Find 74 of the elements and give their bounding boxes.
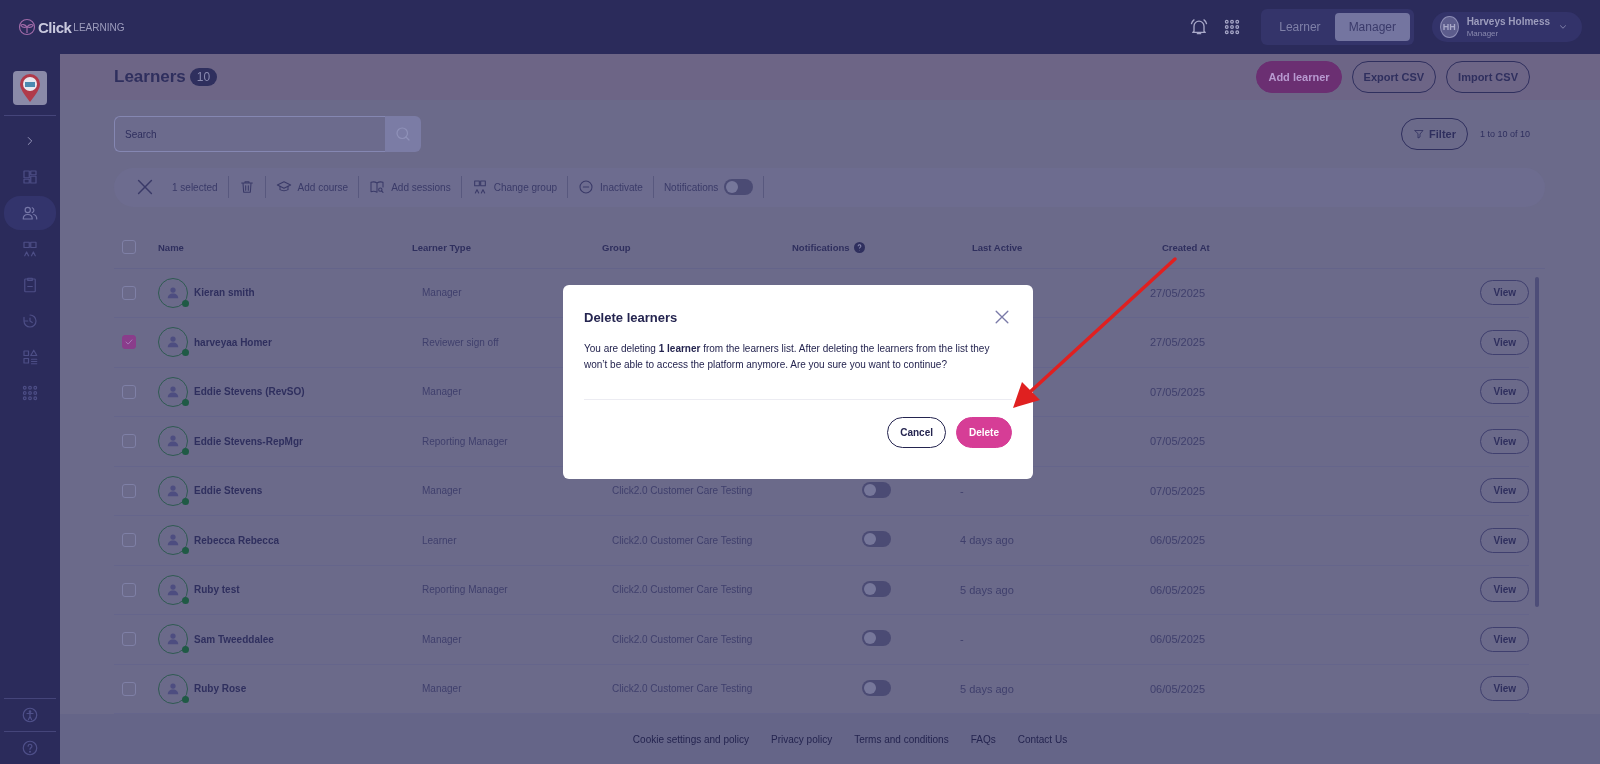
- action-button[interactable]: Add learner: [1256, 61, 1342, 94]
- bell-icon: [1189, 17, 1210, 37]
- notification-toggle[interactable]: [862, 630, 891, 647]
- footer-link[interactable]: Contact Us: [1017, 733, 1068, 745]
- learner-name: Eddie Stevens-RepMgr: [194, 435, 303, 447]
- row-checkbox[interactable]: [122, 335, 136, 350]
- column-header: Name: [158, 241, 184, 253]
- user-role: Manager: [1466, 29, 1500, 38]
- row-checkbox[interactable]: [122, 681, 136, 696]
- notifications-toggle[interactable]: [724, 179, 754, 196]
- search-field[interactable]: Search: [114, 116, 385, 153]
- column-header: Notifications: [792, 241, 850, 253]
- notification-toggle[interactable]: [862, 531, 891, 548]
- column-header: Group: [602, 241, 631, 253]
- user-avatar: HH: [1440, 16, 1459, 38]
- group-icon: [21, 240, 39, 258]
- column-header: Last Active: [972, 241, 1023, 253]
- clipboard-icon: [21, 276, 39, 294]
- group-icon: [471, 179, 488, 196]
- learner-name: Eddie Stevens: [194, 485, 263, 497]
- page-title: Learners: [114, 67, 186, 88]
- row-checkbox[interactable]: [122, 483, 136, 498]
- row-checkbox[interactable]: [122, 384, 136, 399]
- history-icon: [21, 312, 39, 330]
- footer-link[interactable]: FAQs: [970, 733, 996, 745]
- minus-circle-icon: [578, 179, 595, 196]
- dialog-message: You are deleting 1 learner from the learners list. After deleting the learners from the list they won’t be able to access the platform anymore. Are you sure you want to continue?: [584, 342, 991, 372]
- logo: ClickLEARNING: [18, 18, 125, 36]
- learner-name: harveyaa Homer: [194, 336, 272, 348]
- user-menu[interactable]: HH Harveys Holmess Manager: [1432, 12, 1582, 42]
- footer-link[interactable]: Terms and conditions: [854, 733, 949, 745]
- apps-icon: [21, 384, 39, 402]
- column-header: Learner Type: [412, 241, 471, 253]
- row-checkbox[interactable]: [122, 434, 136, 449]
- dashboard-icon: [21, 168, 39, 186]
- sidebar-item[interactable]: [4, 196, 56, 230]
- dialog-title: Delete learners: [584, 309, 678, 325]
- last-active: -: [960, 633, 964, 646]
- search-button[interactable]: [385, 116, 421, 153]
- role-tab[interactable]: Manager: [1334, 13, 1410, 41]
- user-name: Harveys Holmess: [1466, 16, 1550, 27]
- accessibility-icon: [21, 706, 39, 724]
- learner-name: Ruby Rose: [194, 683, 247, 695]
- footer-link[interactable]: Cookie settings and policy: [632, 733, 750, 745]
- people-icon: [21, 204, 39, 222]
- row-checkbox[interactable]: [122, 582, 136, 597]
- row-checkbox[interactable]: [122, 533, 136, 548]
- apps-icon: [1223, 18, 1242, 36]
- organization-logo: [13, 71, 47, 105]
- row-checkbox[interactable]: [122, 632, 136, 647]
- trash-icon: [238, 179, 255, 196]
- row-checkbox[interactable]: [122, 285, 136, 300]
- help-icon: [21, 739, 39, 757]
- learner-name: Eddie Stevens (RevSO): [194, 386, 305, 398]
- select-all-checkbox[interactable]: [122, 240, 136, 255]
- footer-link[interactable]: Privacy policy: [771, 733, 833, 745]
- notification-toggle[interactable]: [862, 481, 891, 498]
- last-active: -: [960, 484, 964, 497]
- learner-name: Kieran smith: [194, 287, 255, 299]
- help-icon: [853, 241, 865, 253]
- learner-name: Sam Tweeddalee: [194, 633, 274, 645]
- shapes-icon: [21, 348, 39, 366]
- learner-name: Rebecca Rebecca: [194, 534, 280, 546]
- learner-name: Ruby test: [194, 584, 240, 596]
- notification-toggle[interactable]: [862, 580, 891, 597]
- cancel-button[interactable]: Cancel: [887, 417, 946, 448]
- delete-button[interactable]: [238, 179, 255, 196]
- count-badge: 10: [189, 68, 218, 87]
- delete-button[interactable]: Delete: [956, 417, 1012, 448]
- notification-toggle[interactable]: [862, 679, 891, 696]
- filter-icon: [1413, 128, 1426, 141]
- role-tab[interactable]: Learner: [1265, 13, 1335, 41]
- book-icon: [369, 179, 386, 196]
- column-header: Created At: [1162, 241, 1210, 253]
